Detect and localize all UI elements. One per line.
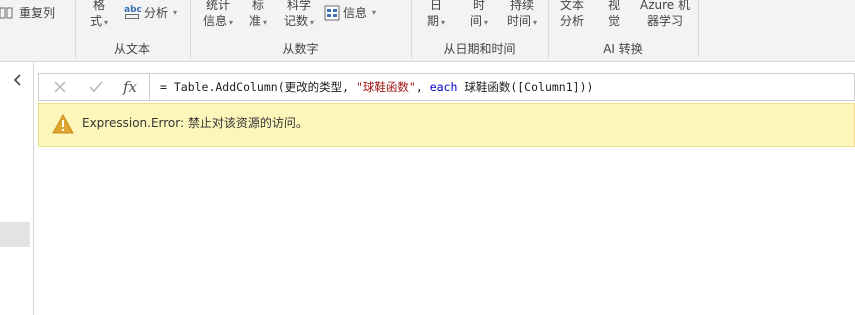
text-analytics-label-line2: 分析	[559, 14, 584, 28]
group-divider	[75, 0, 76, 58]
chevron-down-icon: ▾	[310, 18, 315, 27]
time-button[interactable]: 时 间 ▾	[466, 0, 492, 31]
repeat-column-button[interactable]: 重复列	[0, 4, 55, 22]
check-icon	[89, 81, 103, 93]
vision-button[interactable]: 视 觉	[603, 0, 625, 29]
azure-ml-label-line2: 器学习	[646, 14, 683, 28]
selected-query-marker[interactable]	[0, 222, 30, 247]
close-icon	[54, 81, 66, 93]
chevron-down-icon: ▾	[173, 8, 178, 17]
ribbon-group-label-from-datetime: 从日期和时间	[443, 42, 516, 56]
scientific-label-line1: 科学	[286, 0, 311, 12]
ribbon-group-ai-transform: 文本 分析 视 觉 Azure 机 器学习 AI 转换	[548, 0, 698, 62]
scientific-button[interactable]: 科学 记数 ▾	[279, 0, 319, 31]
duration-label-line2: 时间	[506, 14, 531, 28]
power-query-editor: 重复列 格 式 ▾ abc 分析 ▾ 从文本 统计 信息 ▾ 标 准 ▾ 科学 …	[0, 0, 855, 315]
parse-icon: abc	[124, 5, 142, 21]
commit-formula-button[interactable]	[85, 77, 107, 97]
duration-button[interactable]: 持续 时间 ▾	[502, 0, 542, 31]
formula-suffix: 球鞋函数([Column1]))	[457, 80, 594, 94]
statistics-label-line1: 统计	[205, 0, 230, 12]
chevron-down-icon: ▾	[533, 18, 538, 27]
information-label: 信息	[343, 6, 368, 20]
date-label-line2: 期	[426, 14, 439, 28]
statistics-label-line2: 信息	[202, 14, 227, 28]
formula-separator: ,	[415, 80, 430, 94]
standard-label-line2: 准	[248, 14, 261, 28]
chevron-down-icon: ▾	[104, 18, 109, 27]
ribbon-group-label-from-text: 从文本	[113, 42, 150, 56]
insert-function-button[interactable]: fx	[119, 77, 141, 97]
parse-label: 分析	[144, 6, 169, 20]
text-analytics-button[interactable]: 文本 分析	[555, 0, 589, 29]
ribbon-group-from-text: 重复列 格 式 ▾ abc 分析 ▾ 从文本	[0, 0, 190, 62]
cancel-formula-button[interactable]	[49, 77, 71, 97]
format-button[interactable]: 格 式 ▾	[88, 0, 110, 31]
format-label-line1: 格	[92, 0, 105, 12]
formula-input[interactable]: = Table.AddColumn(更改的类型, "球鞋函数", each 球鞋…	[160, 74, 593, 100]
ribbon-group-from-number: 统计 信息 ▾ 标 准 ▾ 科学 记数 ▾ 信息 ▾ 从数字	[190, 0, 411, 62]
chevron-down-icon: ▾	[372, 8, 377, 17]
chevron-down-icon: ▾	[263, 18, 268, 27]
chevron-left-icon	[13, 74, 21, 86]
time-label-line1: 时	[472, 0, 485, 12]
standard-label-line1: 标	[251, 0, 264, 12]
ribbon: 重复列 格 式 ▾ abc 分析 ▾ 从文本 统计 信息 ▾ 标 准 ▾ 科学 …	[0, 0, 855, 62]
standard-button[interactable]: 标 准 ▾	[244, 0, 272, 31]
information-icon	[324, 5, 340, 21]
formula-string-literal: "球鞋函数"	[355, 80, 416, 94]
chevron-down-icon: ▾	[484, 18, 489, 27]
repeat-column-label: 重复列	[19, 6, 56, 20]
ribbon-group-label-from-number: 从数字	[282, 42, 319, 56]
information-button[interactable]: 信息 ▾	[324, 4, 376, 22]
time-label-line2: 间	[469, 14, 482, 28]
expand-queries-pane-button[interactable]	[10, 72, 26, 88]
vision-label-line2: 觉	[607, 14, 620, 28]
ribbon-group-from-datetime: 日 期 ▾ 时 间 ▾ 持续 时间 ▾ 从日期和时间	[411, 0, 548, 62]
repeat-column-icon	[0, 7, 13, 19]
azure-ml-label-line1: Azure 机	[640, 0, 690, 12]
queries-pane-collapsed	[0, 62, 34, 315]
azure-ml-button[interactable]: Azure 机 器学习	[636, 0, 694, 29]
date-label-line1: 日	[429, 0, 442, 12]
format-label-line2: 式	[89, 14, 102, 28]
error-message: Expression.Error: 禁止对该资源的访问。	[82, 116, 308, 130]
vision-label-line1: 视	[607, 0, 620, 12]
chevron-down-icon: ▾	[441, 18, 446, 27]
chevron-down-icon: ▾	[229, 18, 234, 27]
error-banner: Expression.Error: 禁止对该资源的访问。	[38, 103, 855, 147]
duration-label-line1: 持续	[509, 0, 534, 12]
fx-icon: fx	[122, 78, 137, 96]
scientific-label-line2: 记数	[283, 14, 308, 28]
ribbon-group-label-ai-transform: AI 转换	[603, 42, 643, 56]
warning-icon	[52, 114, 74, 134]
formula-prefix: = Table.AddColumn(更改的类型,	[160, 80, 356, 94]
date-button[interactable]: 日 期 ▾	[423, 0, 449, 31]
formula-bar: fx = Table.AddColumn(更改的类型, "球鞋函数", each…	[38, 73, 855, 101]
statistics-button[interactable]: 统计 信息 ▾	[198, 0, 238, 31]
formula-bar-tools: fx	[39, 74, 150, 100]
text-analytics-label-line1: 文本	[559, 0, 584, 12]
parse-button[interactable]: abc 分析 ▾	[124, 4, 177, 22]
formula-keyword: each	[429, 80, 458, 94]
group-divider	[698, 0, 699, 58]
